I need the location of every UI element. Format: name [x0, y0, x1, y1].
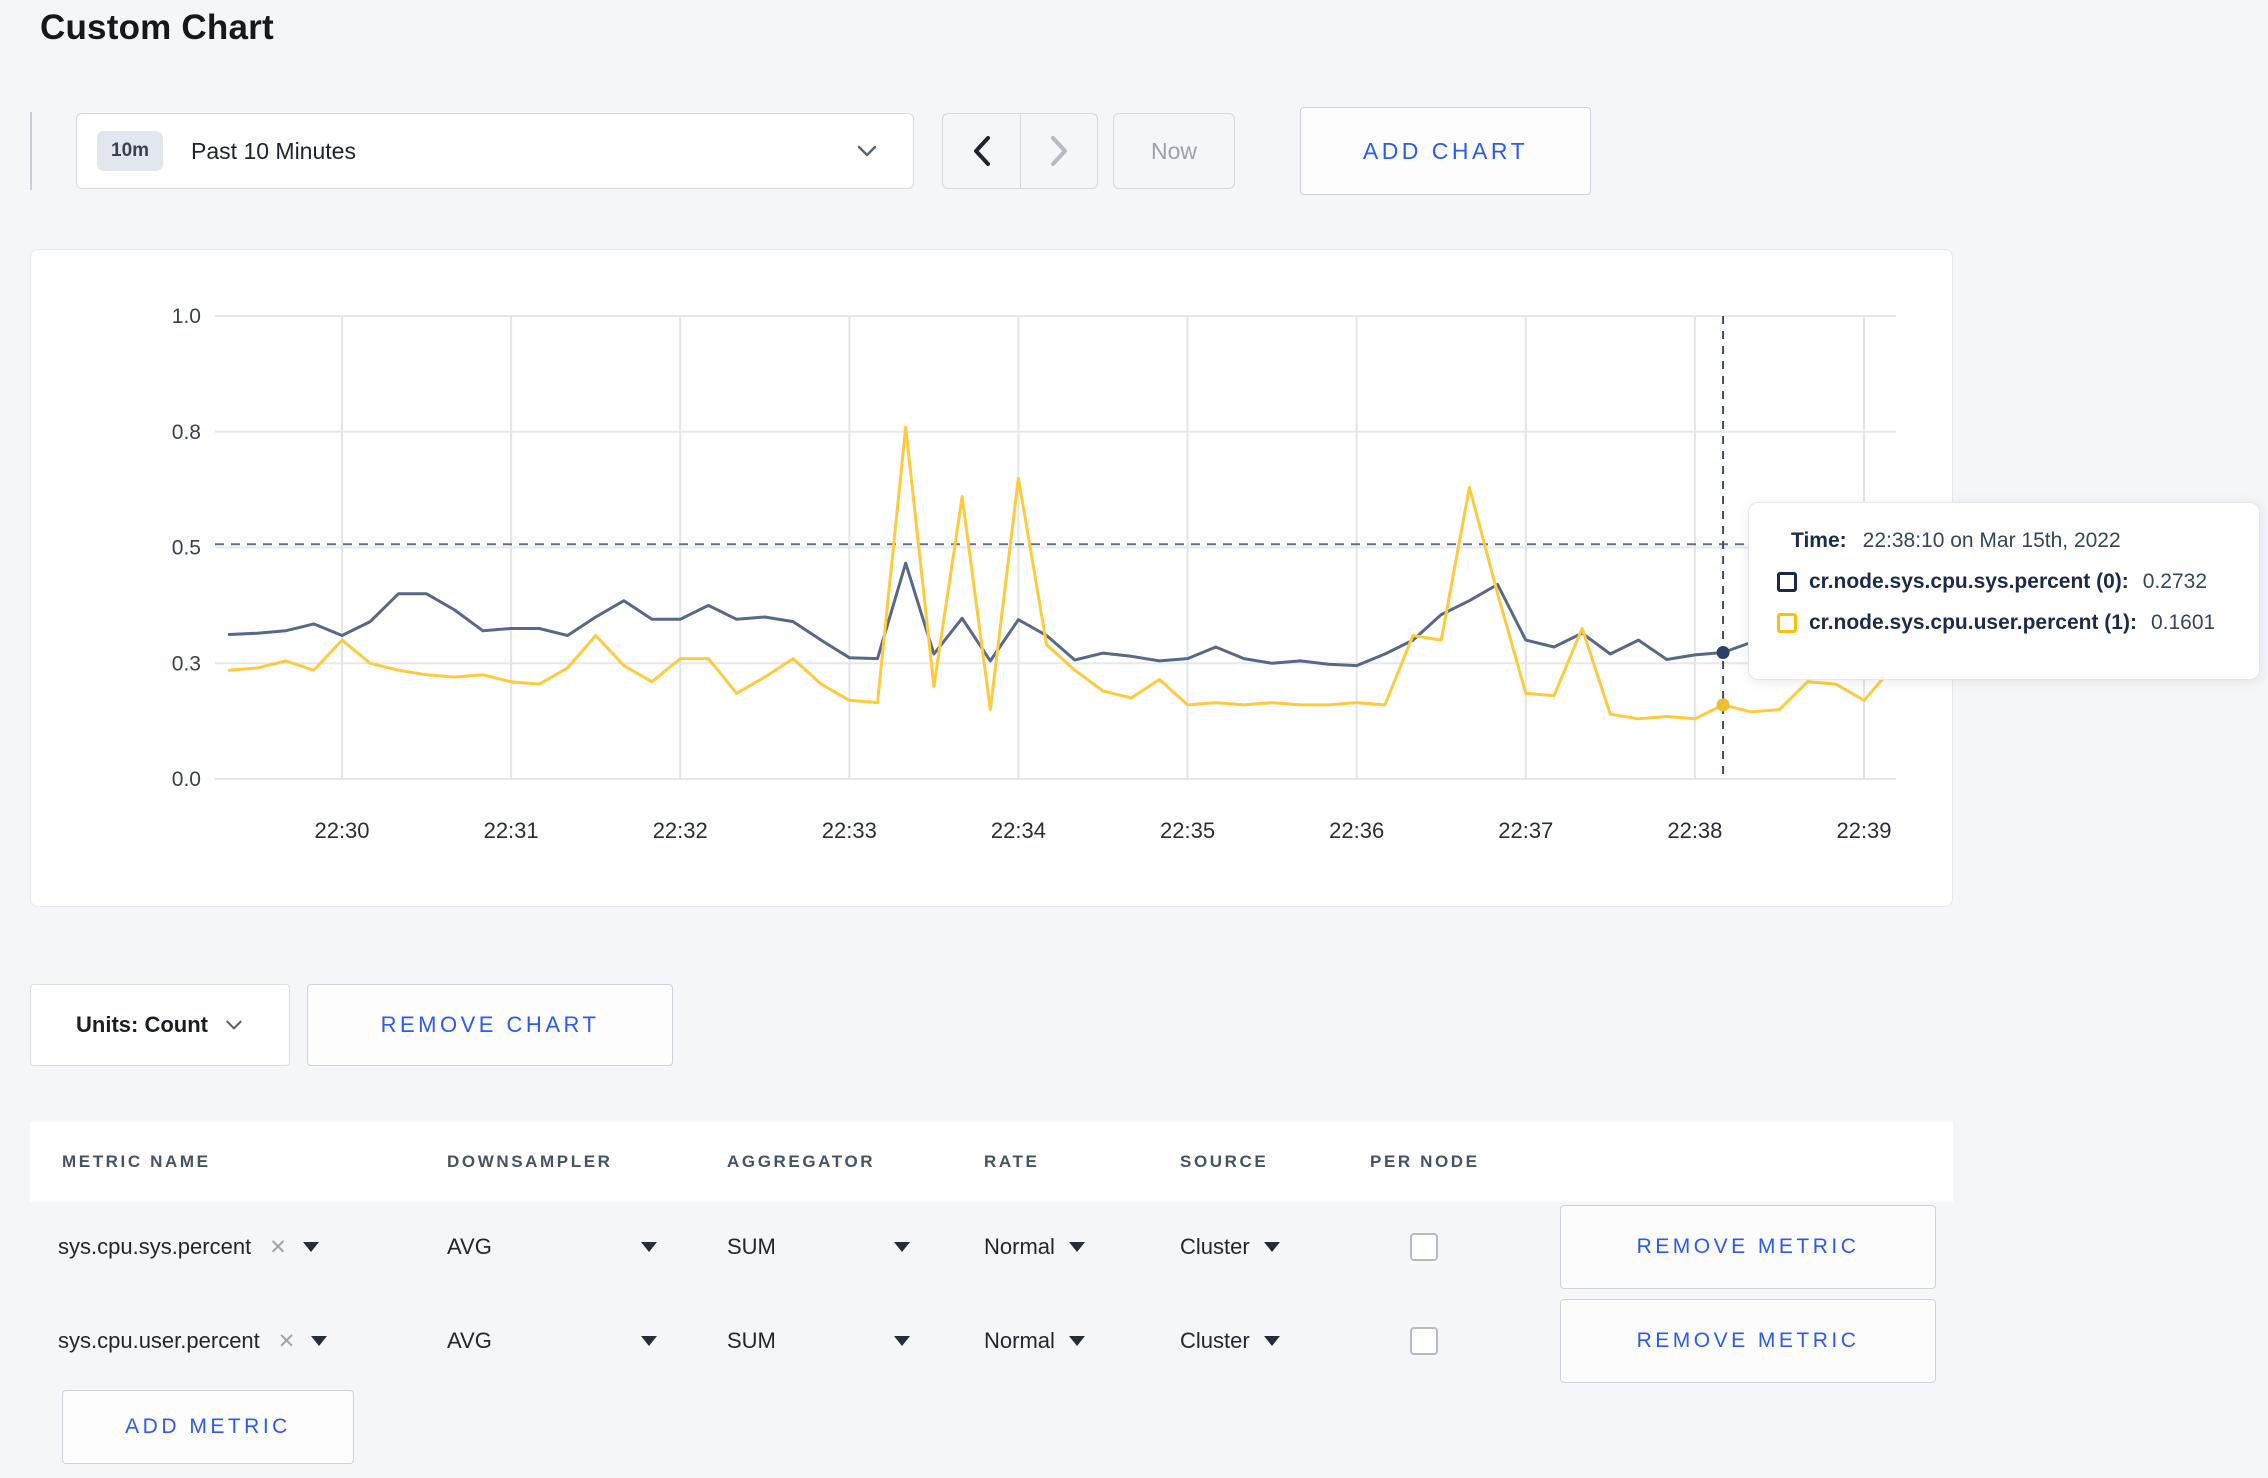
- caret-down-icon: [894, 1336, 910, 1346]
- downsampler-select[interactable]: AVG: [447, 1227, 657, 1267]
- remove-metric-x-icon[interactable]: ✕: [269, 1235, 287, 1260]
- source-select[interactable]: Cluster: [1180, 1321, 1280, 1361]
- tooltip-series-row: cr.node.sys.cpu.user.percent (1): 0.1601: [1777, 611, 2259, 635]
- chevron-right-icon: [1051, 136, 1067, 166]
- tooltip-time-label: Time:: [1791, 529, 1847, 552]
- series-user-swatch-icon: [1777, 613, 1797, 633]
- remove-metric-button[interactable]: REMOVE METRIC: [1560, 1299, 1936, 1383]
- x-axis-tick-label: 22:39: [1836, 818, 1891, 843]
- page-title: Custom Chart: [40, 8, 274, 47]
- remove-chart-button[interactable]: REMOVE CHART: [307, 984, 673, 1066]
- y-axis-tick-label: 1.0: [172, 305, 201, 328]
- add-chart-button[interactable]: ADD CHART: [1300, 107, 1591, 195]
- units-label: Units: Count: [76, 1012, 208, 1037]
- time-window-label: Past 10 Minutes: [191, 137, 356, 164]
- tooltip-series-row: cr.node.sys.cpu.sys.percent (0): 0.2732: [1777, 570, 2259, 594]
- column-header-source: SOURCE: [1180, 1152, 1269, 1171]
- rate-select[interactable]: Normal: [984, 1227, 1085, 1267]
- source-value: Cluster: [1180, 1234, 1250, 1259]
- caret-down-icon: [302, 1242, 319, 1252]
- x-axis-tick-label: 22:38: [1667, 818, 1722, 843]
- per-node-checkbox[interactable]: [1410, 1327, 1438, 1355]
- crosshair-dot: [1716, 646, 1730, 660]
- chart-card: 0.0 0.3 0.5 0.8 1.0 22:30 22:31 22:32 22:33 22:34…: [30, 249, 1953, 907]
- series-sys-swatch-icon: [1777, 572, 1797, 592]
- units-dropdown[interactable]: Units: Count: [30, 984, 290, 1066]
- tooltip-series-label: cr.node.sys.cpu.user.percent (1):: [1809, 611, 2137, 634]
- remove-metric-button[interactable]: REMOVE METRIC: [1560, 1205, 1936, 1289]
- x-axis-tick-label: 22:33: [822, 818, 877, 843]
- column-header-metric-name: METRIC NAME: [62, 1152, 211, 1171]
- column-header-downsampler: DOWNSAMPLER: [447, 1152, 613, 1171]
- aggregator-select[interactable]: SUM: [727, 1227, 910, 1267]
- per-node-checkbox[interactable]: [1410, 1233, 1438, 1261]
- chart-tooltip: Time: 22:38:10 on Mar 15th, 2022 cr.node…: [1748, 502, 2260, 680]
- chevron-left-icon: [973, 136, 990, 166]
- aggregator-value: SUM: [727, 1328, 776, 1353]
- caret-down-icon: [1068, 1336, 1085, 1346]
- rate-value: Normal: [984, 1234, 1055, 1259]
- x-axis-tick-label: 22:31: [484, 818, 539, 843]
- caret-down-icon: [311, 1336, 328, 1346]
- source-value: Cluster: [1180, 1328, 1250, 1353]
- x-axis-tick-label: 22:34: [991, 818, 1046, 843]
- rate-value: Normal: [984, 1328, 1055, 1353]
- column-header-aggregator: AGGREGATOR: [727, 1152, 876, 1171]
- rate-select[interactable]: Normal: [984, 1321, 1085, 1361]
- tooltip-series-label: cr.node.sys.cpu.sys.percent (0):: [1809, 570, 2129, 593]
- caret-down-icon: [1263, 1336, 1280, 1346]
- toolbar-divider: [30, 112, 32, 190]
- aggregator-value: SUM: [727, 1234, 776, 1259]
- time-nav-group: [942, 113, 1098, 189]
- y-axis-tick-label: 0.5: [172, 537, 201, 560]
- downsampler-select[interactable]: AVG: [447, 1321, 657, 1361]
- tooltip-time-row: Time: 22:38:10 on Mar 15th, 2022: [1777, 529, 2259, 553]
- column-header-rate: RATE: [984, 1152, 1040, 1171]
- series-line-cr.node.sys.cpu.user.percent: [227, 425, 1894, 721]
- metric-name-select[interactable]: sys.cpu.sys.percent ✕: [58, 1227, 319, 1267]
- y-axis-tick-label: 0.3: [172, 652, 201, 675]
- caret-down-icon: [641, 1336, 657, 1346]
- column-header-per-node: PER NODE: [1370, 1152, 1480, 1171]
- x-axis-tick-label: 22:35: [1160, 818, 1215, 843]
- metric-name-select[interactable]: sys.cpu.user.percent ✕: [58, 1321, 328, 1361]
- tooltip-series-value: 0.1601: [2150, 611, 2216, 634]
- y-axis-tick-label: 0.0: [172, 768, 201, 791]
- remove-metric-x-icon[interactable]: ✕: [278, 1329, 296, 1354]
- x-axis-tick-label: 22:30: [314, 818, 369, 843]
- aggregator-select[interactable]: SUM: [727, 1321, 910, 1361]
- now-button[interactable]: Now: [1113, 113, 1235, 189]
- metric-name-label: sys.cpu.user.percent: [58, 1328, 260, 1353]
- time-window-dropdown[interactable]: 10m Past 10 Minutes: [76, 113, 914, 189]
- x-axis-tick-label: 22:32: [653, 818, 708, 843]
- crosshair-dot: [1716, 698, 1730, 712]
- time-prev-button[interactable]: [943, 114, 1020, 188]
- add-metric-button[interactable]: ADD METRIC: [62, 1390, 354, 1464]
- caret-down-icon: [1068, 1242, 1085, 1252]
- caret-down-icon: [641, 1242, 657, 1252]
- downsampler-value: AVG: [447, 1328, 492, 1353]
- caret-down-icon: [1263, 1242, 1280, 1252]
- timeseries-chart[interactable]: 0.0 0.3 0.5 0.8 1.0 22:30 22:31 22:32 22:33 22:34…: [31, 250, 1952, 906]
- x-axis-tick-label: 22:37: [1498, 818, 1553, 843]
- chevron-down-icon: [857, 145, 877, 157]
- caret-down-icon: [894, 1242, 910, 1252]
- metric-name-label: sys.cpu.sys.percent: [58, 1234, 252, 1259]
- series-line-cr.node.sys.cpu.sys.percent: [227, 561, 1894, 668]
- downsampler-value: AVG: [447, 1234, 492, 1259]
- chevron-down-icon: [226, 1020, 242, 1030]
- time-next-button[interactable]: [1020, 114, 1097, 188]
- source-select[interactable]: Cluster: [1180, 1227, 1280, 1267]
- tooltip-series-value: 0.2732: [2142, 570, 2208, 593]
- tooltip-time-value: 22:38:10 on Mar 15th, 2022: [1862, 529, 2121, 552]
- time-window-badge: 10m: [97, 131, 164, 171]
- y-axis-tick-label: 0.8: [172, 421, 201, 444]
- x-axis-tick-label: 22:36: [1329, 818, 1384, 843]
